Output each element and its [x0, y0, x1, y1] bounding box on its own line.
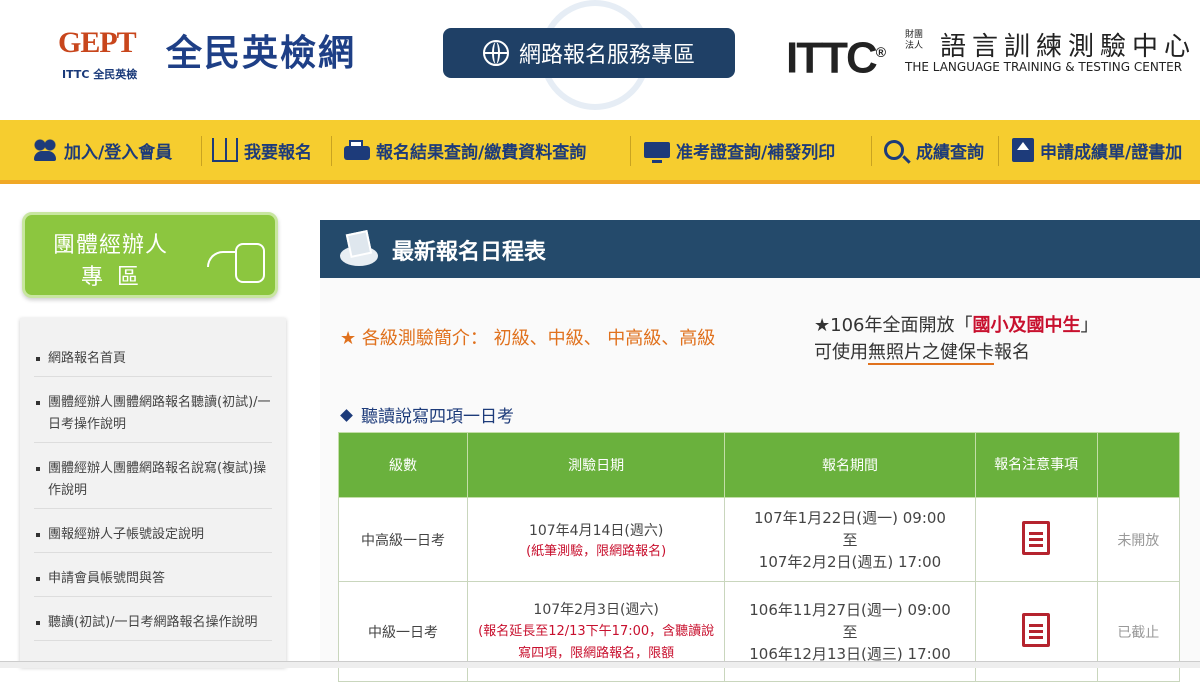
notice-line2-post: 報名	[994, 342, 1030, 363]
group-agent-zone-line1: 團體經辦人	[53, 233, 169, 258]
schedule-table: 級數 測驗日期 報名期間 報名注意事項 中高級一日考 107年4月14日(週六)…	[338, 432, 1181, 682]
nav-label: 成績查詢	[916, 142, 984, 163]
notice-post: 」	[1080, 315, 1099, 336]
nav-label: 加入/登入會員	[64, 142, 173, 163]
test-date-note: (紙筆測驗，限網路報名)	[526, 544, 667, 559]
row-status: 未開放	[1096, 497, 1181, 582]
nav-item-score-query[interactable]: 成績查詢	[884, 134, 984, 166]
sidebar-item-group-listening-reading-guide[interactable]: 團體經辦人團體網路報名聽讀(初試)/一日考操作說明	[34, 392, 272, 443]
sidebar-item-online-registration-guide[interactable]: 聽讀(初試)/一日考網路報名操作說明	[34, 612, 272, 641]
status-label: 未開放	[1117, 532, 1160, 549]
nav-divider	[871, 136, 872, 166]
row-test-date: 107年4月14日(週六) (紙筆測驗，限網路報名)	[466, 497, 726, 582]
nav-divider	[331, 136, 332, 166]
nav-divider	[630, 136, 631, 166]
sidebar-item-label: 團報經辦人子帳號設定說明	[48, 527, 205, 542]
period-mid: 至	[842, 530, 858, 549]
ittc-chinese-name: 語言訓練測驗中心	[940, 32, 1197, 62]
notice-line2-pre: 可使用	[814, 342, 868, 363]
col-registration-notes: 報名注意事項	[974, 432, 1098, 498]
nav-label: 申請成績單/證書加	[1040, 142, 1183, 163]
nav-label: 准考證查詢/補發列印	[676, 142, 836, 163]
group-agent-zone-button[interactable]: 團體經辦人 專區	[22, 212, 278, 298]
globe-icon	[482, 40, 509, 66]
nav-divider	[201, 136, 202, 166]
sidebar-item-group-speaking-writing-guide[interactable]: 團體經辦人團體網路報名說寫(複試)操作說明	[34, 458, 272, 509]
search-icon	[884, 140, 904, 160]
online-registration-button[interactable]: 網路報名服務專區	[443, 28, 735, 78]
period-start: 107年1月22日(週一) 09:00	[754, 508, 946, 527]
mouse-icon	[207, 243, 265, 283]
main-content: 最新報名日程表 ★ 各級測驗簡介： 初級、中級、 中高級、高級 ★106年全面開…	[320, 220, 1200, 682]
group-agent-zone-line2: 專區	[81, 265, 154, 290]
site-header: GEPT ITTC 全民英檢 全民英檢網 網路報名服務專區 ITTC® 財團法人…	[0, 0, 1200, 120]
gept-sub: ITTC 全民英檢	[62, 68, 138, 81]
notice-highlight: 國小及國中生	[972, 315, 1081, 336]
sidebar-item-label: 聽讀(初試)/一日考網路報名操作說明	[48, 615, 258, 630]
nav-item-registration-results[interactable]: 報名結果查詢/繳費資料查詢	[344, 134, 586, 166]
ittc-english-name: THE LANGUAGE TRAINING & TESTING CENTER	[905, 60, 1183, 74]
ittc-logo-text: ITTC	[786, 33, 878, 83]
col-test-date: 測驗日期	[466, 432, 726, 498]
document-icon[interactable]	[1022, 520, 1051, 555]
notice-pre: ★106年全面開放「	[814, 315, 973, 336]
schedule-banner: 最新報名日程表	[320, 220, 1200, 278]
document-icon[interactable]	[1022, 612, 1051, 647]
period-mid: 至	[842, 622, 858, 641]
sidebar-item-label: 網路報名首頁	[48, 351, 127, 366]
nav-item-admission-ticket[interactable]: 准考證查詢/補發列印	[644, 134, 835, 166]
notice-line2-underline: 無照片之健保卡	[868, 342, 994, 365]
sidebar-item-sub-account-guide[interactable]: 團報經辦人子帳號設定說明	[34, 524, 272, 553]
gept-mark: GEPT	[58, 26, 137, 59]
main-nav: 加入/登入會員 我要報名 報名結果查詢/繳費資料查詢 准考證查詢/補發列印 成績…	[0, 120, 1200, 184]
nav-item-member-login[interactable]: 加入/登入會員	[32, 134, 172, 166]
col-level: 級數	[338, 432, 468, 498]
sidebar-item-member-faq[interactable]: 申請會員帳號問與答	[34, 568, 272, 597]
nav-divider	[998, 136, 999, 166]
table-row: 中高級一日考 107年4月14日(週六) (紙筆測驗，限網路報名) 107年1月…	[338, 497, 1181, 582]
status-label: 已截止	[1117, 624, 1160, 641]
row-registration-period: 107年1月22日(週一) 09:00 至 107年2月2日(週五) 17:00	[724, 497, 976, 582]
test-levels-intro-link[interactable]: ★ 各級測驗簡介： 初級、中級、 中高級、高級	[340, 324, 715, 350]
col-registration-period: 報名期間	[724, 432, 976, 498]
printer-icon	[344, 140, 370, 160]
sidebar-item-label: 團體經辦人團體網路報名說寫(複試)操作說明	[48, 461, 267, 498]
sidebar-menu: 網路報名首頁 團體經辦人團體網路報名聽讀(初試)/一日考操作說明 團體經辦人團體…	[20, 318, 286, 667]
ittc-logo[interactable]: ITTC®	[786, 30, 886, 83]
row-level: 中高級一日考	[338, 497, 468, 582]
col-status	[1096, 432, 1181, 498]
period-end: 107年2月2日(週五) 17:00	[758, 552, 942, 571]
sidebar-item-label: 申請會員帳號問與答	[48, 571, 166, 586]
row-notes	[974, 497, 1098, 582]
nav-item-certificate[interactable]: 申請成績單/證書加	[1012, 134, 1182, 166]
sidebar-item-label: 團體經辦人團體網路報名聽讀(初試)/一日考操作說明	[48, 395, 271, 432]
nav-label: 報名結果查詢/繳費資料查詢	[376, 142, 587, 163]
period-start: 106年11月27日(週一) 09:00	[749, 600, 951, 619]
news-icon	[340, 228, 380, 270]
online-registration-label: 網路報名服務專區	[518, 43, 695, 68]
nav-label: 我要報名	[244, 142, 312, 163]
site-title: 全民英檢網	[166, 32, 357, 74]
notice-text: ★106年全面開放「國小及國中生」 可使用無照片之健保卡報名	[814, 312, 1099, 366]
upload-icon	[1012, 138, 1034, 162]
ittc-foundation-label: 財團法人	[905, 30, 924, 51]
test-date: 107年2月3日(週六)	[533, 601, 659, 618]
people-icon	[32, 138, 58, 162]
table-header-row: 級數 測驗日期 報名期間 報名注意事項	[338, 432, 1181, 498]
banner-title: 最新報名日程表	[392, 240, 547, 265]
monitor-icon	[644, 142, 670, 163]
sidebar-item-registration-home[interactable]: 網路報名首頁	[34, 348, 272, 377]
test-date-note: (報名延長至12/13下午17:00，含聽讀說寫四項，限網路報名，限額	[478, 623, 715, 661]
test-date: 107年4月14日(週六)	[528, 523, 664, 539]
book-icon	[212, 138, 238, 162]
gept-logo[interactable]: GEPT ITTC 全民英檢	[58, 26, 158, 86]
section-title: 聽讀說寫四項一日考	[342, 402, 514, 427]
nav-item-register[interactable]: 我要報名	[212, 134, 312, 166]
